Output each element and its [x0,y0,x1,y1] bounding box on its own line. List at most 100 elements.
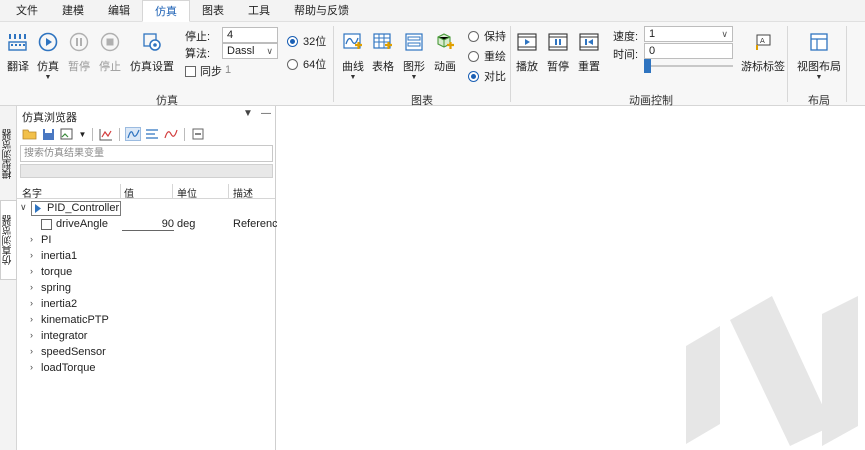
tree-row[interactable]: › inertia2 [17,297,275,313]
column-name[interactable]: 名字 [22,185,42,200]
sync-value: 1 [225,64,232,76]
radio-redraw[interactable]: 重绘 [468,48,506,64]
chevron-right-icon[interactable]: › [30,362,33,372]
chevron-right-icon[interactable]: › [30,234,33,244]
tab-sim-browser-label: 仿真浏览器 [3,215,14,265]
chevron-down-icon: ∨ [266,46,273,56]
menu-tools[interactable]: 工具 [236,0,282,22]
radio-hold-label: 保持 [484,31,506,43]
tree-row[interactable]: › torque [17,265,275,281]
chevron-right-icon[interactable]: › [30,266,33,276]
plot-canvas-area[interactable] [277,106,865,450]
chevron-down-icon[interactable]: ▼ [78,127,87,141]
chevron-right-icon[interactable]: › [30,314,33,324]
curve-chart-icon [342,31,364,53]
chevron-down-icon[interactable]: ∨ [20,202,27,213]
stop-button[interactable]: 停止 [92,22,128,74]
chevron-right-icon[interactable]: › [30,330,33,340]
tree-item-label: integrator [41,330,88,342]
curve-mode-icon[interactable] [125,127,141,141]
cursor-label-button[interactable]: A 游标标签 [741,22,785,74]
menu-edit[interactable]: 编辑 [96,0,142,22]
menu-simulation[interactable]: 仿真 [142,0,190,22]
stop-time-label: 停止: [185,31,211,43]
tree-row-variable[interactable]: driveAngle 90 deg Referenc [17,217,278,233]
model-play-icon [34,204,42,216]
tree-item-label: loadTorque [41,362,96,374]
chevron-right-icon[interactable]: › [30,298,33,308]
anim-reset-button[interactable]: 重置 [571,22,607,74]
minimize-icon[interactable]: — [261,108,271,119]
variable-search-input[interactable]: 搜索仿真结果变量 [20,145,273,162]
pause-icon [68,31,90,53]
column-divider[interactable] [172,184,173,198]
radio-compare[interactable]: 对比 [468,68,506,84]
chevron-right-icon[interactable]: › [30,282,33,292]
time-input[interactable]: 0 [644,43,733,59]
export-image-icon[interactable] [59,127,75,141]
menu-help[interactable]: 帮助与反馈 [282,0,361,22]
watermark-logo-icon [686,296,858,446]
radio-hold[interactable]: 保持 [468,28,506,44]
radio-64bit[interactable]: 64位 [287,56,326,72]
play-icon [37,31,59,53]
radio-dot [287,58,298,70]
menu-model[interactable]: 建模 [50,0,96,22]
table-label: 表格 [372,61,394,73]
tree-row[interactable]: › kinematicPTP [17,313,275,329]
simulate-label: 仿真 [37,61,59,73]
anim-play-label: 播放 [516,61,538,73]
menu-file[interactable]: 文件 [4,0,50,22]
tree-item-label: spring [41,282,71,294]
horizontal-scrollbar[interactable] [20,164,273,178]
column-desc[interactable]: 描述 [233,185,253,200]
radio-32bit[interactable]: 32位 [287,33,326,49]
tree-row[interactable]: › loadTorque [17,361,275,377]
chevron-right-icon[interactable]: › [30,250,33,260]
column-divider[interactable] [120,184,121,198]
column-unit[interactable]: 单位 [177,185,197,200]
radio-compare-label: 对比 [484,71,506,83]
chevron-down-icon: ∨ [721,29,728,39]
column-divider[interactable] [228,184,229,198]
side-tab-strip: 模型浏览器 仿真浏览器 [0,106,17,450]
time-slider-track[interactable] [644,65,733,67]
stop-label: 停止 [99,61,121,73]
tab-model-browser[interactable]: 模型浏览器 [0,114,17,194]
menu-chart[interactable]: 图表 [190,0,236,22]
variable-value-input[interactable]: 90 [122,218,174,231]
save-icon[interactable] [40,127,56,141]
tab-sim-browser[interactable]: 仿真浏览器 [0,200,17,280]
animation-label: 动画 [434,61,456,73]
tree-row[interactable]: › integrator [17,329,275,345]
curve-label: 曲线 [342,61,364,73]
view-layout-button[interactable]: 视图布局 ▼ [797,22,841,82]
collapse-all-icon[interactable] [190,127,206,141]
variable-checkbox[interactable] [41,219,52,230]
list-mode-icon[interactable] [144,127,160,141]
sync-checkbox[interactable]: 同步 [185,63,222,79]
tree-row[interactable]: › spring [17,281,275,297]
table-icon [372,31,394,53]
column-value[interactable]: 值 [124,185,134,200]
radio-dot [468,50,479,62]
time-slider-thumb[interactable] [644,59,651,73]
compare-curve-icon[interactable] [163,127,179,141]
sim-settings-button[interactable]: 仿真设置 [130,22,174,74]
tree-row[interactable]: › PI [17,233,275,249]
dropdown-triangle-icon[interactable]: ▼ [243,108,253,119]
chevron-down-icon: ▼ [44,74,52,81]
speed-value: 1 [649,28,656,40]
tree-row[interactable]: › speedSensor [17,345,275,361]
speed-select[interactable]: 1 ∨ [644,26,733,42]
algorithm-select[interactable]: Dassl ∨ [222,43,278,59]
tree-row[interactable]: › inertia1 [17,249,275,265]
chevron-right-icon[interactable]: › [30,346,33,356]
stop-time-input[interactable]: 4 [222,27,278,43]
plot-variable-icon[interactable] [98,127,114,141]
open-folder-icon[interactable] [21,127,37,141]
tree-row-root[interactable]: ∨ PID_Controller [17,201,275,217]
animation-button[interactable]: 动画 [427,22,463,74]
film-play-icon [516,31,538,53]
group-separator [787,26,788,102]
